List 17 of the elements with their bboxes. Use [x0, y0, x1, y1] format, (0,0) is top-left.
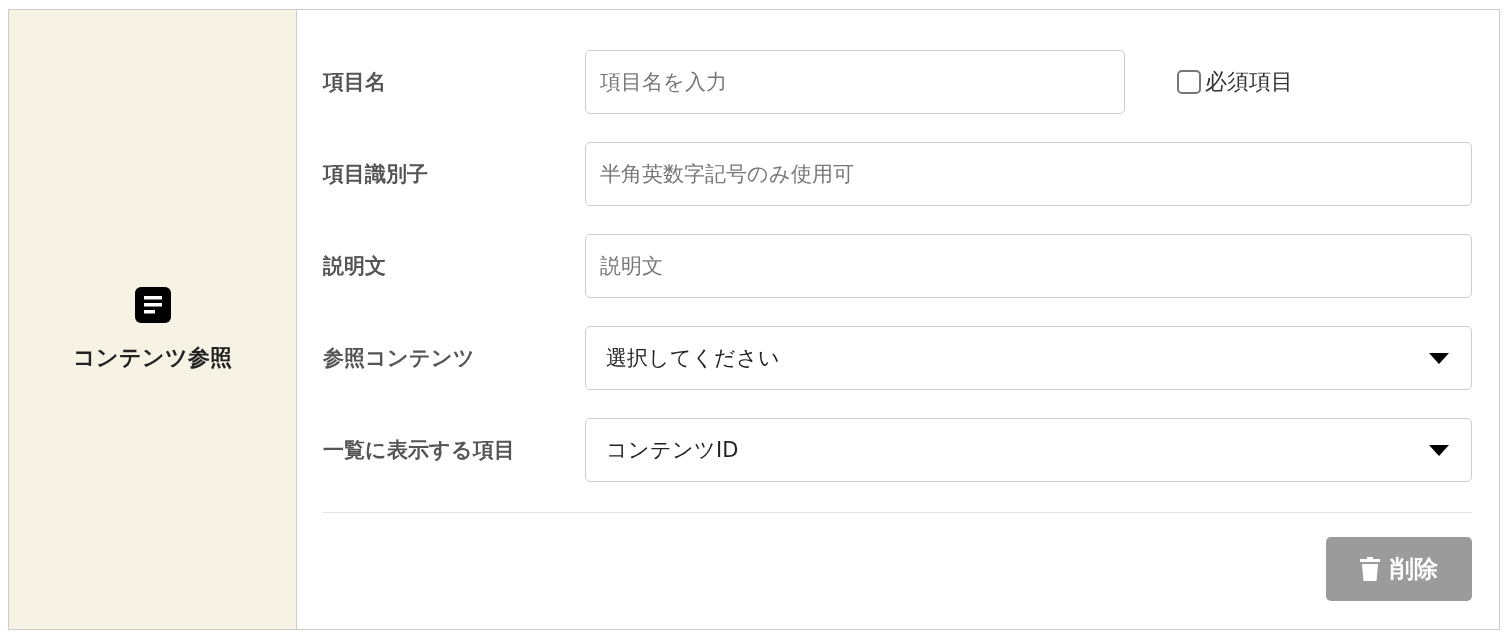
text-field[interactable]: 説明文 — [585, 234, 1472, 298]
panel-title: コンテンツ参照 — [73, 343, 232, 372]
document-icon — [134, 286, 171, 323]
checkbox[interactable] — [1177, 70, 1201, 94]
select-field[interactable]: 選択してください — [585, 326, 1472, 390]
field-label: 参照コンテンツ — [323, 345, 476, 372]
field-label: 項目名 — [323, 69, 387, 96]
field-label: 項目識別子 — [323, 161, 429, 188]
text-field[interactable]: 半角英数字記号のみ使用可 — [585, 142, 1472, 206]
text-field[interactable]: 項目名を入力 — [585, 50, 1125, 114]
field-label: 一覧に表示する項目 — [323, 437, 516, 464]
caret-icon — [1429, 352, 1449, 364]
trash-icon — [1360, 557, 1380, 581]
field-label: 説明文 — [323, 253, 387, 280]
select-field[interactable]: コンテンツID — [585, 418, 1472, 482]
checkbox-label[interactable]: 必須項目 — [1205, 67, 1293, 97]
caret-icon — [1429, 444, 1449, 456]
